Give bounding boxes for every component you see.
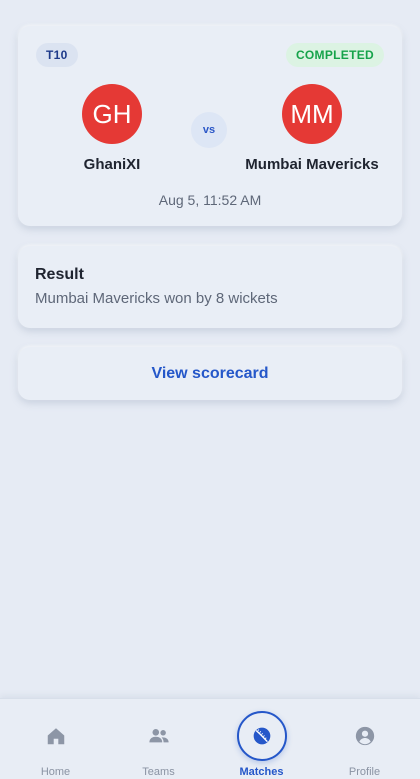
nav-home-label: Home [40,766,71,778]
nav-teams[interactable]: Teams [106,699,211,779]
match-datetime: Aug 5, 11:52 AM [158,192,262,208]
nav-matches-label: Matches [239,766,284,778]
away-team-avatar: MM [282,84,342,144]
home-icon [47,728,65,745]
bottom-nav: Home Teams Matches Profile [0,698,420,779]
nav-matches-active-ring [237,711,287,761]
nav-home[interactable]: Home [3,699,108,779]
home-team-avatar: GH [82,84,142,144]
result-card: Result Mumbai Mavericks won by 8 wickets [18,246,402,328]
nav-profile[interactable]: Profile [312,699,417,779]
result-text: Mumbai Mavericks won by 8 wickets [35,290,278,307]
format-badge: T10 [36,43,78,67]
view-scorecard-button[interactable]: View scorecard [18,347,402,400]
home-team-name: GhaniXI [83,156,141,173]
home-team: GH GhaniXI [22,84,202,173]
nav-teams-label: Teams [142,766,175,778]
cricket-ball-icon [253,727,271,745]
away-team-name: Mumbai Mavericks [245,156,379,173]
nav-profile-label: Profile [348,766,381,778]
result-title: Result [35,266,84,283]
nav-matches[interactable]: Matches [209,699,314,779]
teams-icon [149,729,169,743]
profile-icon [355,726,375,746]
status-badge: COMPLETED [285,43,384,67]
away-team: MM Mumbai Mavericks [222,84,402,173]
match-card[interactable]: T10 COMPLETED GH GhaniXI vs MM Mumbai Ma… [18,26,402,226]
